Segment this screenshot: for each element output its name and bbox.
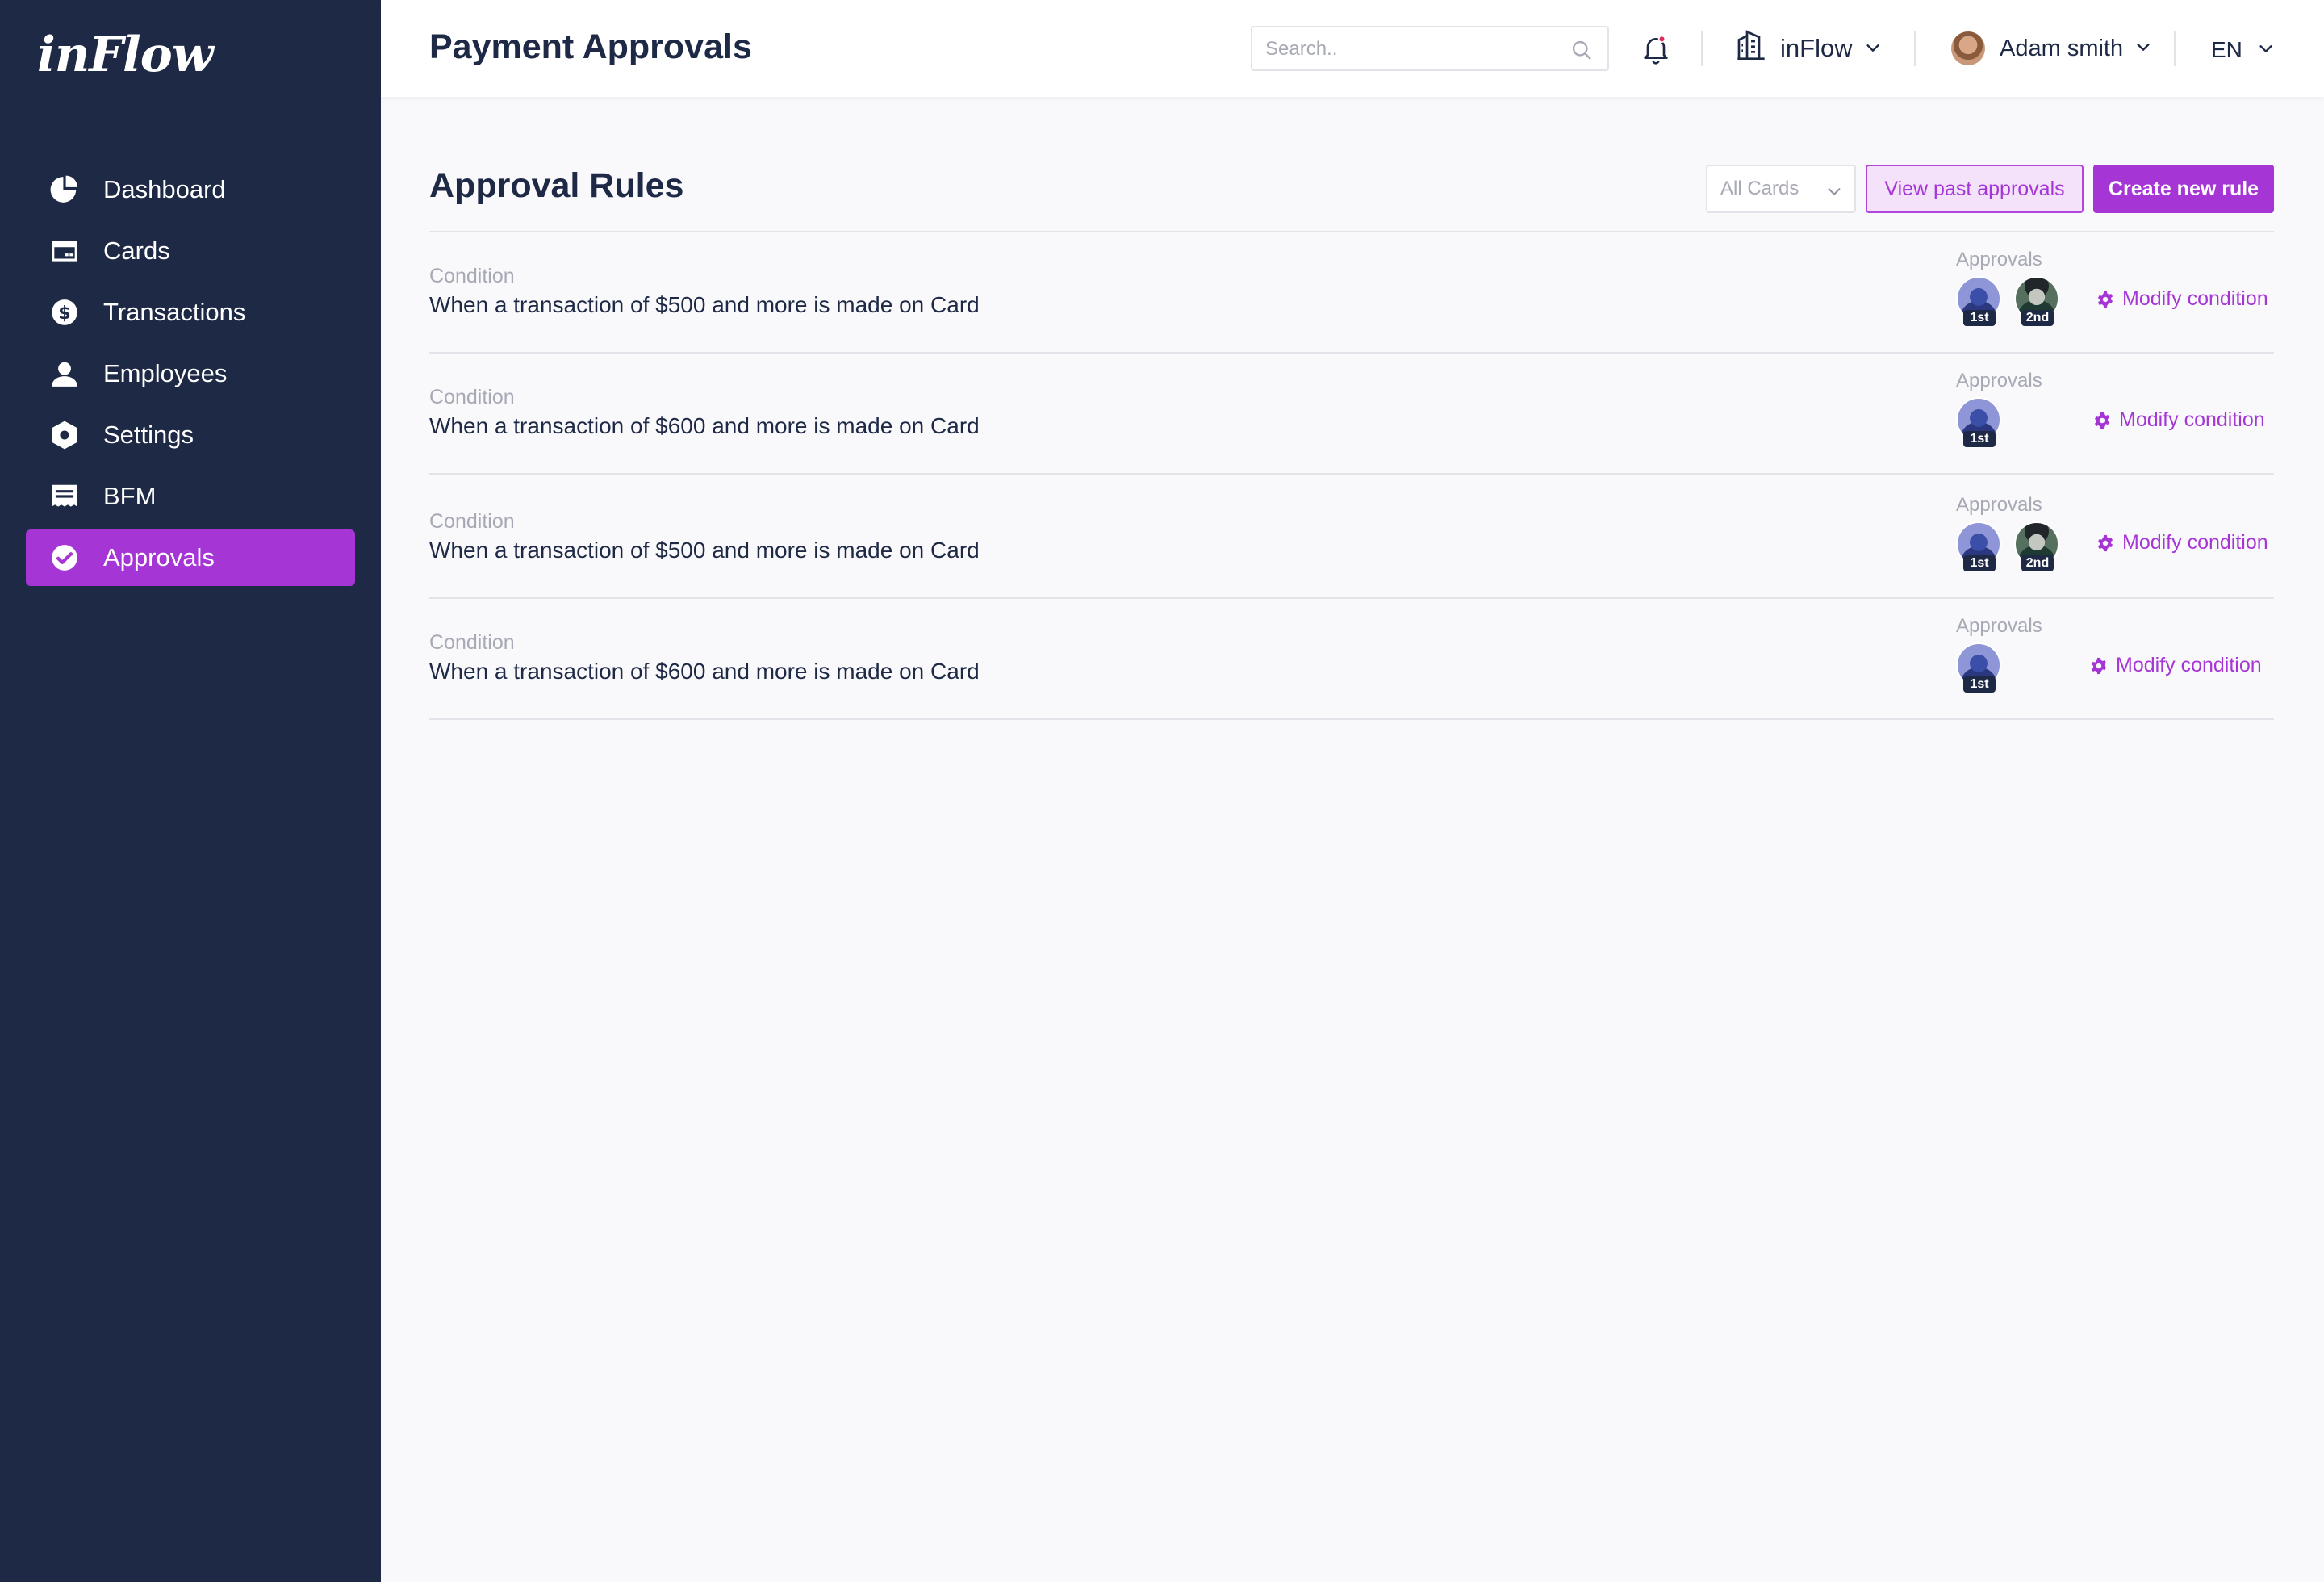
sidebar-item-employees[interactable]: Employees: [26, 345, 355, 402]
chevron-down-icon: [2257, 37, 2275, 63]
search-input[interactable]: [1265, 34, 1556, 65]
logo[interactable]: inFlow: [37, 23, 213, 87]
user-menu[interactable]: Adam smith: [1951, 29, 2152, 68]
bell-icon[interactable]: [1640, 32, 1672, 69]
user-name: Adam smith: [2000, 35, 2124, 61]
approver-avatar: 1st: [1956, 642, 2003, 694]
approver-order-badge: 1st: [1963, 676, 1996, 693]
card-filter-select[interactable]: All Cards: [1706, 165, 1856, 213]
chevron-down-icon: [1864, 34, 1882, 63]
search-icon[interactable]: [1570, 39, 1593, 65]
modify-condition-link[interactable]: Modify condition: [2096, 287, 2268, 311]
condition-text: When a transaction of $500 and more is m…: [429, 538, 980, 563]
modify-condition-label: Modify condition: [2122, 287, 2268, 310]
hexagon-gear-icon: [48, 419, 81, 451]
top-header: Payment Approvals inFlow: [381, 0, 2324, 97]
page-title: Payment Approvals: [429, 27, 752, 66]
sidebar-item-settings[interactable]: Settings: [26, 407, 355, 463]
condition-label: Condition: [429, 631, 515, 654]
list-item: Condition When a transaction of $500 and…: [429, 232, 2274, 354]
modify-condition-link[interactable]: Modify condition: [2096, 531, 2268, 555]
svg-text:$: $: [58, 303, 70, 324]
list-item: Condition When a transaction of $600 and…: [429, 354, 2274, 475]
sidebar-item-label: BFM: [103, 482, 157, 510]
list-item: Condition When a transaction of $500 and…: [429, 475, 2274, 599]
card-filter-value: All Cards: [1720, 178, 1799, 199]
condition-text: When a transaction of $600 and more is m…: [429, 413, 980, 438]
gear-icon: [2097, 291, 2113, 308]
approvers: 1st 2nd: [1956, 276, 2072, 328]
sidebar-item-bfm[interactable]: BFM: [26, 468, 355, 525]
modify-condition-link[interactable]: Modify condition: [2093, 408, 2265, 432]
condition-label: Condition: [429, 510, 515, 533]
approver-avatar: 1st: [1956, 276, 2003, 328]
approver-order-badge: 2nd: [2021, 555, 2054, 571]
sidebar-item-label: Approvals: [103, 543, 215, 571]
header-divider: [1914, 31, 1916, 66]
org-name: inFlow: [1780, 34, 1853, 62]
create-new-rule-button[interactable]: Create new rule: [2093, 165, 2274, 213]
approver-order-badge: 1st: [1963, 310, 1996, 326]
approvers: 1st: [1956, 642, 2014, 694]
gear-icon: [2097, 534, 2113, 551]
approver-avatar: 2nd: [2014, 521, 2061, 573]
search-box: [1251, 26, 1609, 71]
header-divider: [2174, 31, 2176, 66]
modify-condition-label: Modify condition: [2116, 654, 2262, 676]
pie-chart-icon: [48, 174, 81, 206]
approver-avatar: 1st: [1956, 397, 2003, 449]
avatar: [1951, 31, 1985, 65]
modify-condition-label: Modify condition: [2119, 408, 2265, 431]
approver-avatar: 1st: [1956, 521, 2003, 573]
language-selector[interactable]: EN: [2211, 31, 2275, 69]
approver-avatar: 2nd: [2014, 276, 2061, 328]
approvals-label: Approvals: [1956, 249, 2042, 270]
condition-text: When a transaction of $600 and more is m…: [429, 659, 980, 684]
section-title: Approval Rules: [429, 166, 684, 205]
building-icon: [1735, 29, 1767, 68]
approvals-label: Approvals: [1956, 370, 2042, 391]
sidebar-item-approvals[interactable]: Approvals: [26, 529, 355, 586]
rules-list: Condition When a transaction of $500 and…: [429, 231, 2274, 720]
sidebar-item-label: Employees: [103, 359, 228, 387]
language-label: EN: [2211, 37, 2242, 62]
dollar-circle-icon: $: [48, 296, 81, 329]
org-switcher[interactable]: inFlow: [1735, 27, 1882, 69]
sidebar-item-transactions[interactable]: $ Transactions: [26, 284, 355, 341]
sidebar-item-label: Transactions: [103, 298, 246, 326]
app-root: inFlow Dashboard Cards $ Transactions Em…: [0, 0, 2324, 1582]
approvals-label: Approvals: [1956, 494, 2042, 516]
view-past-approvals-button[interactable]: View past approvals: [1866, 165, 2084, 213]
chevron-down-icon: [2134, 36, 2152, 62]
condition-label: Condition: [429, 386, 515, 408]
sidebar-item-dashboard[interactable]: Dashboard: [26, 161, 355, 218]
person-icon: [48, 358, 81, 390]
sidebar-item-label: Cards: [103, 236, 170, 265]
approver-order-badge: 1st: [1963, 555, 1996, 571]
approvals-label: Approvals: [1956, 615, 2042, 637]
credit-card-icon: [48, 235, 81, 267]
approvers: 1st 2nd: [1956, 521, 2072, 573]
header-divider: [1701, 31, 1703, 66]
gear-icon: [2091, 657, 2107, 674]
modify-condition-label: Modify condition: [2122, 531, 2268, 554]
approvers: 1st: [1956, 397, 2014, 449]
sidebar-nav: Dashboard Cards $ Transactions Employees: [26, 161, 355, 591]
receipt-icon: [48, 480, 81, 513]
approver-order-badge: 1st: [1963, 431, 1996, 447]
condition-text: When a transaction of $500 and more is m…: [429, 292, 980, 317]
sidebar: inFlow Dashboard Cards $ Transactions Em…: [0, 0, 381, 1582]
chevron-down-icon: [1828, 188, 1841, 195]
condition-label: Condition: [429, 265, 515, 287]
list-item: Condition When a transaction of $600 and…: [429, 599, 2274, 720]
logo-text: inFlow: [37, 27, 213, 83]
sidebar-item-label: Dashboard: [103, 175, 226, 203]
sidebar-item-label: Settings: [103, 421, 194, 449]
modify-condition-link[interactable]: Modify condition: [2090, 654, 2262, 677]
sidebar-item-cards[interactable]: Cards: [26, 223, 355, 279]
approver-order-badge: 2nd: [2021, 310, 2054, 326]
gear-icon: [2094, 412, 2110, 429]
check-circle-icon: [48, 542, 81, 574]
